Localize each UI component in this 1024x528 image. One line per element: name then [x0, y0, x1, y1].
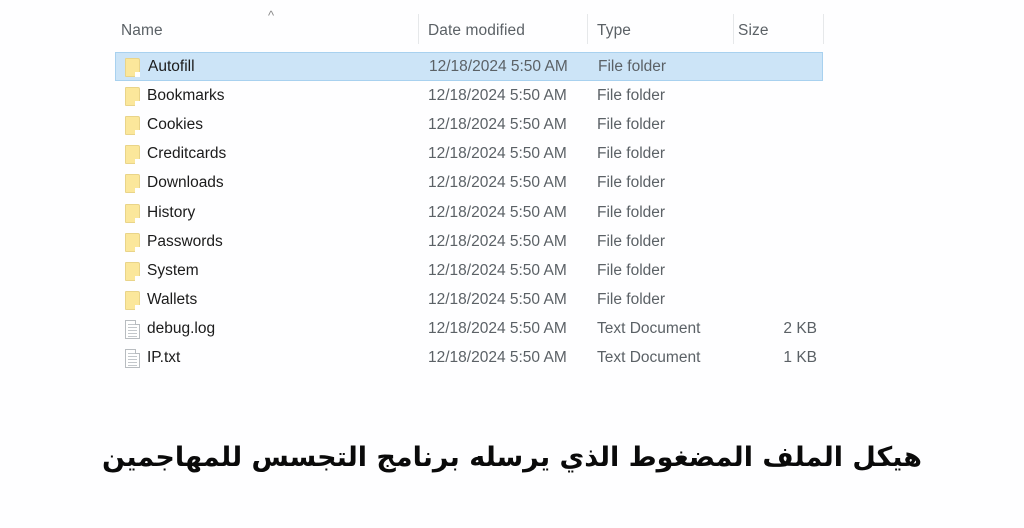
column-divider[interactable]: [418, 14, 419, 44]
folder-icon: [125, 203, 140, 223]
column-divider[interactable]: [733, 14, 734, 44]
cell-type: Text Document: [597, 349, 701, 367]
cell-type: File folder: [597, 261, 666, 279]
folder-icon: [125, 291, 140, 311]
column-divider[interactable]: [823, 14, 824, 44]
file-explorer-list-view: ^ Name Date modified Type Size Autofill 1…: [115, 0, 827, 373]
document-lines: [128, 324, 137, 338]
cell-date-modified: 12/18/2024 5:50 AM: [428, 320, 567, 338]
file-rows-container: Autofill 12/18/2024 5:50 AM File folder Boo…: [115, 52, 827, 373]
folder-icon: [125, 232, 140, 252]
table-row[interactable]: Downloads 12/18/2024 5:50 AM File folder: [115, 169, 827, 198]
cell-date-modified: 12/18/2024 5:50 AM: [429, 57, 568, 75]
table-row[interactable]: IP.txt 12/18/2024 5:50 AM Text Document 1 K…: [115, 344, 827, 373]
cell-size: 2 KB: [783, 320, 817, 338]
cell-date-modified: 12/18/2024 5:50 AM: [428, 232, 567, 250]
table-row[interactable]: Bookmarks 12/18/2024 5:50 AM File folder: [115, 81, 827, 110]
cell-date-modified: 12/18/2024 5:50 AM: [428, 115, 567, 133]
table-row[interactable]: Passwords 12/18/2024 5:50 AM File folder: [115, 227, 827, 256]
folder-icon: [125, 145, 140, 165]
cell-type: File folder: [597, 145, 666, 163]
document-lines: [128, 353, 137, 367]
cell-name: Bookmarks: [147, 86, 225, 104]
cell-type: File folder: [597, 291, 666, 309]
cell-name: System: [147, 261, 199, 279]
cell-name: Wallets: [147, 291, 198, 309]
table-row[interactable]: Cookies 12/18/2024 5:50 AM File folder: [115, 110, 827, 139]
row-icon-slot: [121, 317, 147, 341]
chevron-up-icon: ^: [267, 8, 275, 23]
row-icon-slot: [121, 201, 147, 225]
table-row[interactable]: Autofill 12/18/2024 5:50 AM File folder: [115, 52, 823, 82]
table-row[interactable]: System 12/18/2024 5:50 AM File folder: [115, 256, 827, 285]
column-header-type[interactable]: Type: [597, 22, 631, 40]
cell-size: 1 KB: [783, 349, 817, 367]
text-document-icon: [125, 320, 140, 340]
text-document-icon: [125, 349, 140, 369]
figure-caption: هيكل الملف المضغوط الذي يرسله برنامج الت…: [102, 442, 922, 473]
cell-name: Downloads: [147, 174, 224, 192]
cell-name: Autofill: [148, 57, 195, 75]
table-row[interactable]: debug.log 12/18/2024 5:50 AM Text Document…: [115, 315, 827, 344]
table-row[interactable]: History 12/18/2024 5:50 AM File folder: [115, 198, 827, 227]
folder-icon: [125, 115, 140, 135]
cell-date-modified: 12/18/2024 5:50 AM: [428, 145, 567, 163]
cell-type: File folder: [597, 86, 666, 104]
cell-name: History: [147, 203, 196, 221]
folder-icon: [125, 174, 140, 194]
folder-icon: [125, 261, 140, 281]
document-fold: [135, 349, 140, 355]
cell-name: Cookies: [147, 115, 203, 133]
row-icon-slot: [121, 171, 147, 195]
row-icon-slot: [121, 113, 147, 137]
folder-icon: [125, 57, 140, 77]
column-header-bar: ^ Name Date modified Type Size: [115, 0, 827, 48]
column-divider[interactable]: [587, 14, 588, 44]
column-header-date-modified[interactable]: Date modified: [428, 22, 525, 40]
cell-type: File folder: [597, 232, 666, 250]
cell-name: IP.txt: [147, 349, 181, 367]
row-icon-slot: [121, 142, 147, 166]
column-header-size[interactable]: Size: [738, 22, 769, 40]
folder-icon: [125, 86, 140, 106]
cell-type: File folder: [597, 174, 666, 192]
cell-name: Passwords: [147, 232, 223, 250]
column-header-name[interactable]: Name: [121, 22, 163, 40]
cell-date-modified: 12/18/2024 5:50 AM: [428, 174, 567, 192]
cell-name: Creditcards: [147, 145, 227, 163]
document-fold: [135, 320, 140, 326]
row-icon-slot: [121, 259, 147, 283]
row-icon-slot: [121, 288, 147, 312]
cell-date-modified: 12/18/2024 5:50 AM: [428, 203, 567, 221]
cell-date-modified: 12/18/2024 5:50 AM: [428, 291, 567, 309]
row-icon-slot: [121, 84, 147, 108]
table-row[interactable]: Creditcards 12/18/2024 5:50 AM File folder: [115, 140, 827, 169]
table-row[interactable]: Wallets 12/18/2024 5:50 AM File folder: [115, 286, 827, 315]
cell-date-modified: 12/18/2024 5:50 AM: [428, 349, 567, 367]
row-icon-slot: [121, 346, 147, 370]
cell-type: Text Document: [597, 320, 701, 338]
cell-date-modified: 12/18/2024 5:50 AM: [428, 86, 567, 104]
cell-type: File folder: [597, 115, 666, 133]
row-icon-slot: [121, 230, 147, 254]
cell-type: File folder: [597, 203, 666, 221]
cell-date-modified: 12/18/2024 5:50 AM: [428, 261, 567, 279]
cell-name: debug.log: [147, 320, 216, 338]
row-icon-slot: [121, 55, 147, 79]
cell-type: File folder: [598, 57, 667, 75]
